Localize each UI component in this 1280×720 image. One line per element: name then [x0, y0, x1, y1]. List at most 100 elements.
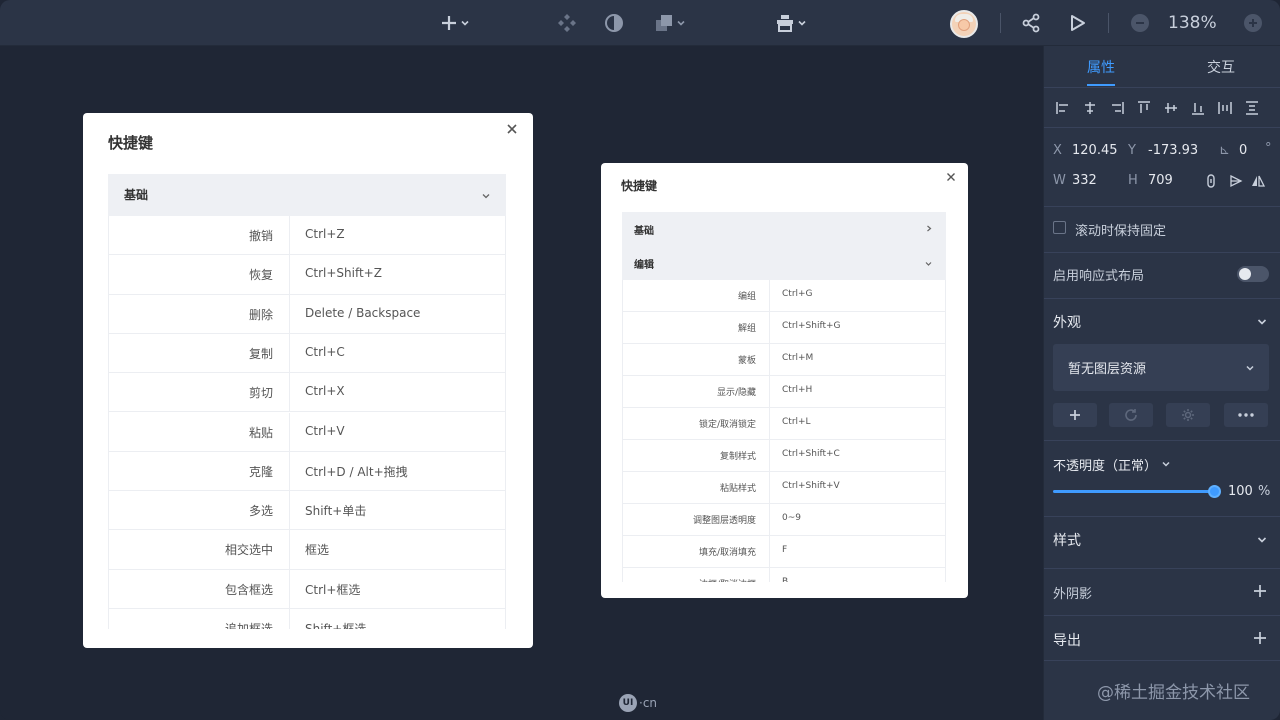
shortcut-row: 相交选中 框选 [108, 530, 506, 570]
chevron-down-icon [925, 262, 932, 266]
column-divider [289, 216, 290, 256]
shortcut-table: 撤销 Ctrl+Z 恢复 Ctrl+Shift+Z 删除 Delete / Backspa… [108, 216, 506, 629]
add-button[interactable] [434, 10, 474, 36]
alignment-toolbar [1044, 88, 1280, 128]
share-button[interactable] [1019, 10, 1043, 36]
avatar[interactable] [950, 10, 978, 38]
more-button[interactable] [1224, 403, 1268, 427]
shortcut-row: 调整图层透明度 0~9 [622, 504, 946, 536]
chevron-down-icon[interactable] [1257, 535, 1267, 545]
close-button[interactable] [946, 171, 956, 185]
shortcut-command: 粘贴 [248, 425, 273, 440]
close-icon [947, 173, 955, 181]
column-divider [769, 280, 770, 312]
shortcut-command: 编组 [737, 292, 756, 302]
zoom-level[interactable]: 138% [1168, 13, 1217, 33]
contrast-icon [605, 14, 623, 32]
rotation-input[interactable]: 0 [1239, 143, 1247, 158]
fixed-on-scroll-checkbox[interactable] [1053, 221, 1066, 234]
layers-button[interactable] [648, 10, 690, 36]
toolbar-divider [1108, 13, 1109, 33]
chevron-down-icon [482, 194, 490, 199]
shortcuts-dialog-edit: 快捷键 基础 编辑 编组 Ctrl+G 解组 Ctrl+Shift+G 蒙板 Ctrl+M… [601, 163, 968, 598]
divider [1044, 206, 1280, 207]
add-layer-button[interactable] [1053, 403, 1097, 427]
x-input[interactable]: 120.45 [1072, 143, 1118, 158]
shortcut-row: 复制 Ctrl+C [108, 333, 506, 374]
flip-horizontal-icon[interactable] [1229, 174, 1243, 188]
opacity-slider-handle[interactable] [1208, 485, 1221, 498]
tab-properties[interactable]: 属性 [1087, 57, 1115, 77]
logo-mark: UI [619, 694, 637, 712]
column-divider [769, 568, 770, 582]
column-divider [769, 536, 770, 568]
group-header-basic[interactable]: 基础 [622, 212, 946, 246]
close-button[interactable] [506, 123, 518, 138]
contrast-button[interactable] [602, 10, 626, 36]
tab-interaction[interactable]: 交互 [1207, 57, 1235, 77]
shadow-heading[interactable]: 外阴影 [1053, 583, 1092, 602]
h-label: H [1128, 173, 1138, 188]
shortcut-keys: Shift+框选 [305, 622, 367, 629]
appearance-heading[interactable]: 外观 [1053, 312, 1081, 332]
responsive-layout-toggle[interactable] [1237, 266, 1269, 282]
column-divider [769, 344, 770, 376]
flip-vertical-icon[interactable] [1251, 174, 1265, 188]
align-bottom-icon[interactable] [1190, 100, 1206, 116]
toggle-knob [1239, 268, 1251, 280]
group-label: 基础 [124, 188, 149, 202]
shortcut-command: 删除 [248, 307, 273, 322]
column-divider [289, 491, 290, 531]
column-divider [769, 312, 770, 344]
column-divider [769, 440, 770, 472]
group-header-basic[interactable]: 基础 [108, 174, 506, 216]
align-right-icon[interactable] [1109, 100, 1125, 116]
chevron-down-icon[interactable] [1257, 317, 1267, 327]
add-export-icon[interactable] [1253, 631, 1267, 645]
shortcuts-dialog-basic: 快捷键 基础 撤销 Ctrl+Z 恢复 Ctrl+Shift+Z 删除 Delete / … [83, 113, 533, 648]
add-shadow-icon[interactable] [1253, 584, 1267, 598]
shortcut-command: 调整图层透明度 [692, 516, 756, 526]
shortcut-keys: F [782, 545, 788, 555]
play-button[interactable] [1065, 10, 1089, 36]
lock-ratio-icon[interactable] [1204, 174, 1218, 188]
refresh-button[interactable] [1109, 403, 1153, 427]
shortcut-keys: Ctrl+X [305, 384, 345, 399]
y-input[interactable]: -173.93 [1148, 143, 1198, 158]
chevron-down-icon [676, 20, 685, 26]
w-input[interactable]: 332 [1072, 173, 1097, 188]
shortcut-command: 恢复 [248, 268, 273, 283]
h-input[interactable]: 709 [1148, 173, 1173, 188]
distribute-h-icon[interactable] [1217, 100, 1233, 116]
zoom-out-button[interactable] [1131, 14, 1149, 32]
group-header-edit[interactable]: 编辑 [622, 246, 946, 280]
opacity-value[interactable]: 100 [1228, 484, 1253, 499]
shortcut-row: 克隆 Ctrl+D / Alt+拖拽 [108, 451, 506, 492]
zoom-in-button[interactable] [1244, 14, 1262, 32]
opacity-mode-label[interactable]: 不透明度（正常） [1053, 455, 1157, 474]
shortcut-table: 编组 Ctrl+G 解组 Ctrl+Shift+G 蒙板 Ctrl+M 显示/隐藏 Ctrl+… [622, 280, 946, 582]
shortcut-keys: Shift+单击 [305, 504, 367, 519]
watermark: @稀土掘金技术社区 [1097, 683, 1250, 703]
logo-text: ·cn [639, 696, 658, 710]
style-heading[interactable]: 样式 [1053, 530, 1081, 550]
align-center-v-icon[interactable] [1163, 100, 1179, 116]
align-center-h-icon[interactable] [1082, 100, 1098, 116]
layer-resource-select[interactable]: 暂无图层资源 [1053, 344, 1269, 391]
align-top-icon[interactable] [1136, 100, 1152, 116]
column-divider [289, 569, 290, 609]
y-label: Y [1128, 143, 1136, 158]
top-toolbar: 138% [0, 0, 1280, 46]
chevron-down-icon[interactable] [1162, 460, 1170, 468]
component-button[interactable] [555, 10, 579, 36]
zoom-out-icon [1136, 22, 1144, 24]
dialog-title: 快捷键 [621, 179, 658, 193]
distribute-v-icon[interactable] [1244, 100, 1260, 116]
container-button[interactable] [770, 10, 810, 36]
opacity-slider-track[interactable] [1053, 490, 1213, 493]
settings-button[interactable] [1166, 403, 1210, 427]
align-left-icon[interactable] [1055, 100, 1071, 116]
column-divider [769, 376, 770, 408]
export-heading[interactable]: 导出 [1053, 630, 1081, 650]
layer-resource-value: 暂无图层资源 [1068, 362, 1147, 377]
